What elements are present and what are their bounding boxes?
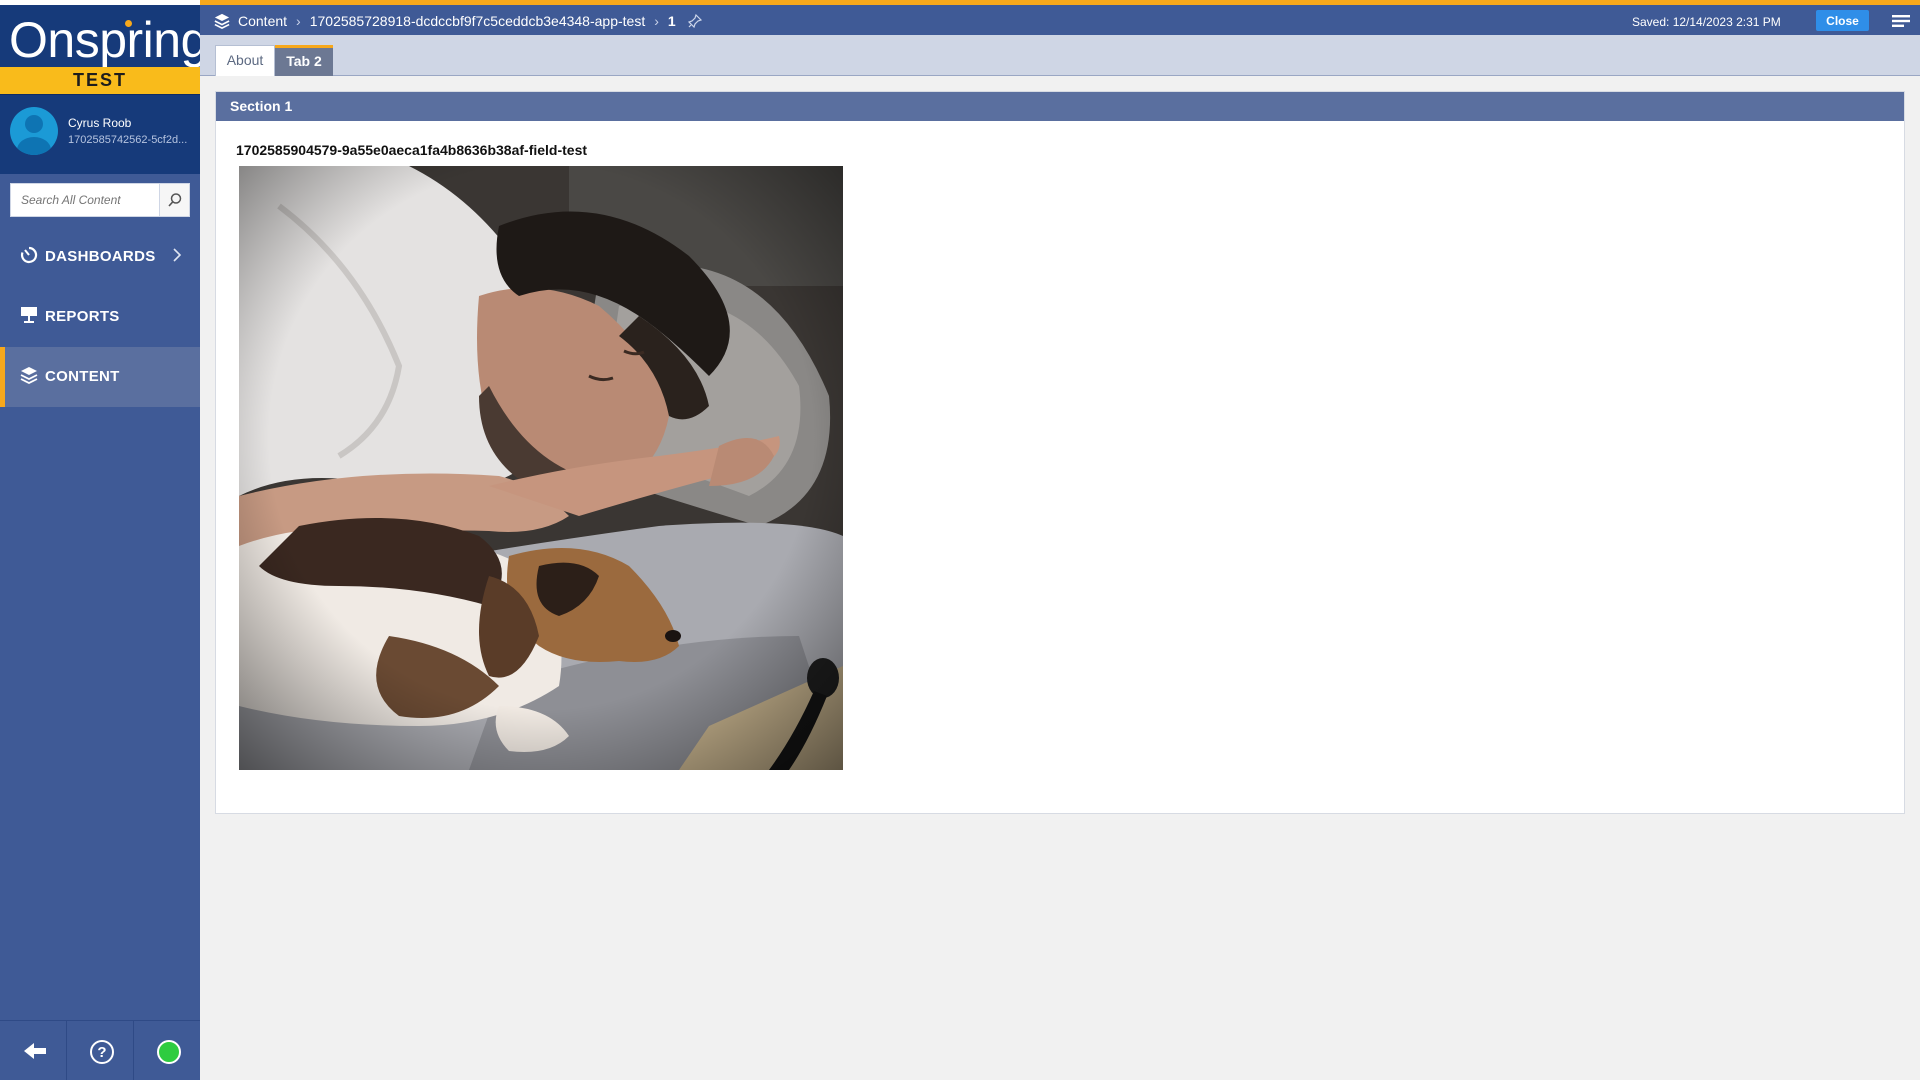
- avatar: [10, 107, 58, 155]
- layers-icon: [214, 14, 230, 30]
- back-button[interactable]: [0, 1021, 67, 1080]
- sidebar-footer: ?: [0, 1020, 200, 1080]
- top-bar: Content › 1702585728918-dcdccbf9f7c5ceddcb…: [200, 0, 1920, 35]
- help-icon: ?: [90, 1040, 114, 1064]
- tab-bar: About Tab 2: [200, 35, 1920, 76]
- layers-icon: [20, 367, 38, 384]
- status-button[interactable]: [134, 1021, 201, 1080]
- user-id: 1702585742562-5cf2d...: [68, 134, 188, 146]
- sidebar-item-label: REPORTS: [45, 308, 120, 325]
- user-name: Cyrus Roob: [68, 116, 132, 130]
- sidebar-item-reports[interactable]: REPORTS: [0, 287, 200, 347]
- search-button[interactable]: [159, 184, 189, 216]
- report-icon: [21, 307, 37, 323]
- svg-text:?: ?: [97, 1044, 106, 1061]
- chevron-right-icon: ›: [654, 13, 659, 30]
- pin-icon[interactable]: [687, 14, 702, 29]
- sidebar: Onspring TEST Cyrus Roob 1702585742562-5…: [0, 0, 208, 1080]
- breadcrumb-app[interactable]: 1702585728918-dcdccbf9f7c5ceddcb3e4348-a…: [310, 13, 646, 29]
- close-button[interactable]: Close: [1816, 10, 1869, 31]
- search-icon: [168, 193, 182, 207]
- photo-man-with-dog: [239, 166, 843, 770]
- logo-dot: [125, 20, 132, 27]
- breadcrumb-record: 1: [667, 13, 676, 30]
- attached-image[interactable]: [239, 166, 843, 770]
- sidebar-item-label: CONTENT: [45, 368, 120, 385]
- menu-icon[interactable]: [1892, 15, 1910, 27]
- brand-name: Onspring: [9, 12, 208, 68]
- tab-about[interactable]: About: [215, 45, 275, 76]
- status-indicator-icon: [157, 1040, 181, 1064]
- chevron-right-icon: ›: [296, 13, 301, 30]
- sidebar-item-label: DASHBOARDS: [45, 248, 156, 265]
- user-profile[interactable]: Cyrus Roob 1702585742562-5cf2d...: [0, 94, 200, 174]
- tab-2[interactable]: Tab 2: [275, 45, 333, 76]
- environment-badge: TEST: [0, 67, 200, 94]
- breadcrumb-content[interactable]: Content: [238, 13, 287, 29]
- dashboard-icon: [20, 246, 38, 264]
- section-title: Section 1: [216, 92, 1904, 121]
- arrow-left-icon: [24, 1043, 46, 1059]
- sidebar-item-dashboards[interactable]: DASHBOARDS: [0, 227, 200, 287]
- saved-status: Saved: 12/14/2023 2:31 PM: [1632, 15, 1781, 29]
- section-panel: Section 1 1702585904579-9a55e0aeca1fa4b8…: [215, 91, 1905, 814]
- field-label: 1702585904579-9a55e0aeca1fa4b8636b38af-f…: [236, 142, 588, 158]
- help-button[interactable]: ?: [67, 1021, 134, 1080]
- chevron-right-icon: [173, 248, 182, 262]
- search-input[interactable]: [11, 184, 159, 216]
- breadcrumb: Content › 1702585728918-dcdccbf9f7c5ceddcb…: [214, 12, 702, 30]
- sidebar-item-content[interactable]: CONTENT: [0, 347, 200, 407]
- logo[interactable]: Onspring TEST: [0, 0, 208, 94]
- search-box: [10, 183, 190, 217]
